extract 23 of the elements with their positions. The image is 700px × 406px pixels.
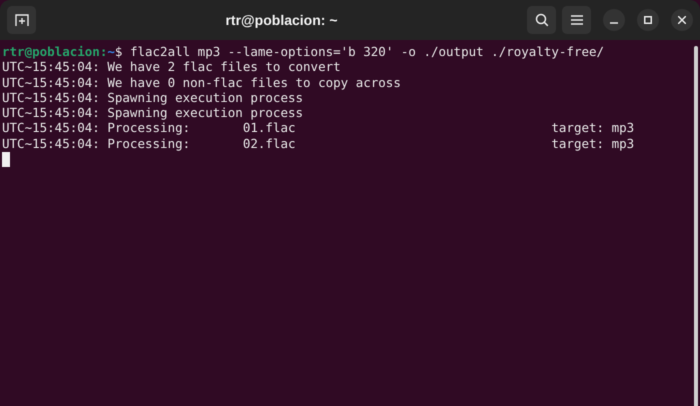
command-text: $ flac2all mp3 --lame-options='b 320' -o ./output ./royalty-free/ [114, 44, 604, 60]
text-cursor [2, 152, 10, 168]
output-line: UTC~15:45:04: Spawning execution process [2, 90, 304, 106]
search-icon [534, 13, 548, 27]
output-line: UTC~15:45:04: We have 0 non-flac files to copy across [2, 74, 401, 90]
menu-button[interactable] [562, 6, 591, 34]
prompt-user-host: rtr@poblacion: [2, 44, 108, 60]
output-line: UTC~15:45:04: Processing: 02.flac target: mp3 [2, 136, 634, 152]
scrollbar[interactable] [694, 46, 698, 406]
output-line: UTC~15:45:04: We have 2 flac files to convert [2, 59, 341, 75]
maximize-button[interactable] [637, 9, 659, 31]
close-button[interactable] [671, 9, 693, 31]
minimize-button[interactable] [603, 9, 625, 31]
output-line: UTC~15:45:04: Spawning execution process [2, 105, 304, 120]
prompt-path: ~ [107, 44, 115, 60]
window-title: rtr@poblacion: ~ [225, 10, 338, 30]
new-tab-button[interactable] [7, 6, 36, 34]
search-button[interactable] [527, 6, 556, 34]
output-line: UTC~15:45:04: Processing: 01.flac target: mp3 [2, 120, 634, 136]
menu-icon [570, 15, 582, 25]
maximize-icon [644, 16, 652, 24]
new-tab-icon [14, 14, 28, 26]
close-icon [678, 16, 686, 24]
